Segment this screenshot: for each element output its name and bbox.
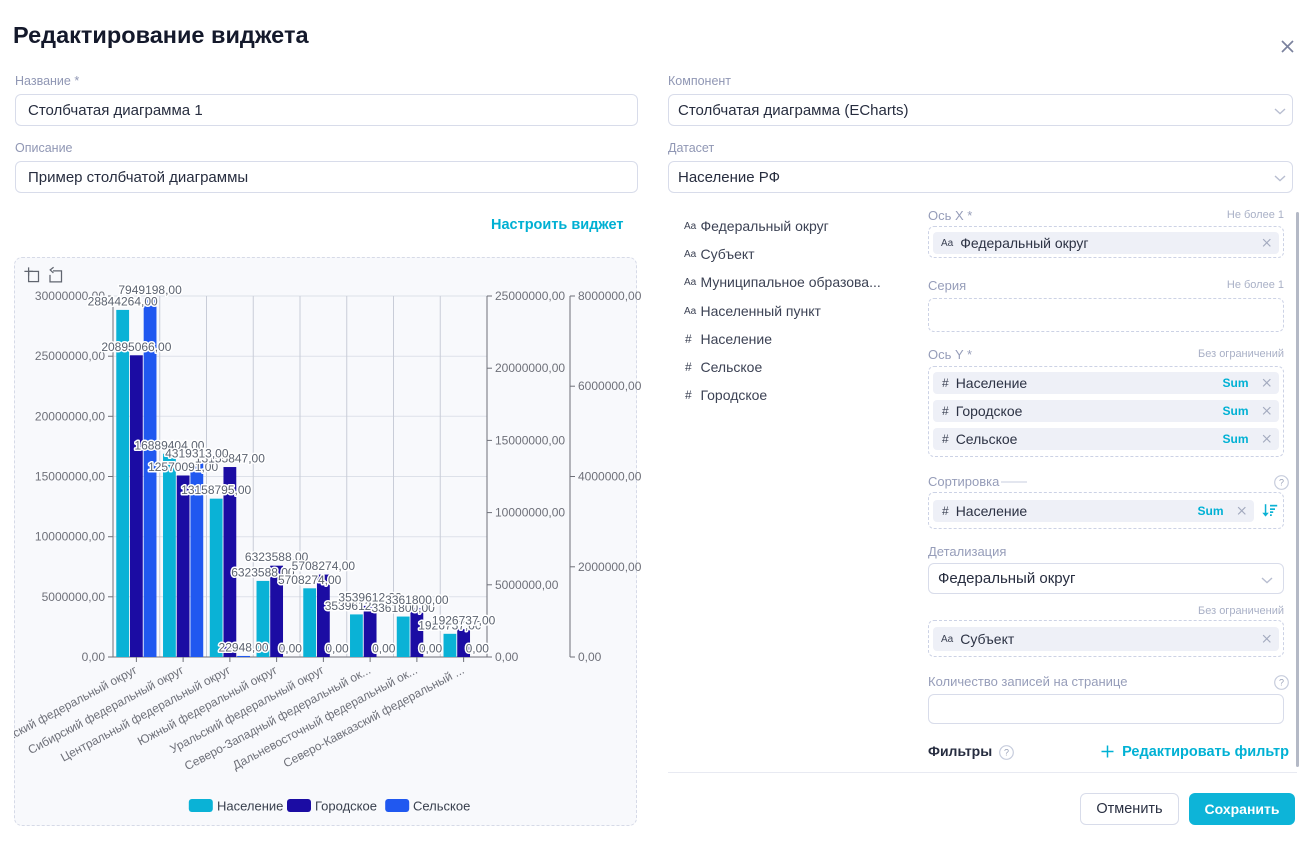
svg-text:0,00: 0,00 xyxy=(495,650,519,664)
svg-text:0,00: 0,00 xyxy=(279,642,303,656)
svg-text:Население: Население xyxy=(217,799,283,814)
svg-text:1926737,00: 1926737,00 xyxy=(432,614,496,628)
svg-text:5708274,00: 5708274,00 xyxy=(292,559,356,573)
svg-text:?: ? xyxy=(1004,748,1009,758)
svg-text:0,00: 0,00 xyxy=(372,642,396,656)
svg-text:10000000,00: 10000000,00 xyxy=(495,506,565,520)
svg-text:Городское: Городское xyxy=(315,799,377,814)
svg-text:15000000,00: 15000000,00 xyxy=(35,470,105,484)
svg-text:8000000,00: 8000000,00 xyxy=(578,289,642,303)
svg-text:20895066,00: 20895066,00 xyxy=(101,340,171,354)
svg-text:0,00: 0,00 xyxy=(419,642,443,656)
svg-text:15000000,00: 15000000,00 xyxy=(495,433,565,447)
svg-text:0,00: 0,00 xyxy=(578,650,602,664)
svg-text:0,00: 0,00 xyxy=(82,650,106,664)
svg-text:5000000,00: 5000000,00 xyxy=(42,590,106,604)
svg-text:4000000,00: 4000000,00 xyxy=(578,470,642,484)
svg-text:20000000,00: 20000000,00 xyxy=(495,361,565,375)
svg-text:22948,00: 22948,00 xyxy=(219,640,269,654)
svg-text:25000000,00: 25000000,00 xyxy=(495,289,565,303)
svg-text:5000000,00: 5000000,00 xyxy=(495,578,559,592)
svg-text:?: ? xyxy=(1279,678,1284,688)
svg-text:0,00: 0,00 xyxy=(325,642,349,656)
svg-text:0,00: 0,00 xyxy=(466,642,490,656)
svg-text:3361800,00: 3361800,00 xyxy=(385,593,449,607)
svg-text:4319313,00: 4319313,00 xyxy=(165,447,229,461)
svg-text:13158795,00: 13158795,00 xyxy=(181,483,251,497)
svg-text:25000000,00: 25000000,00 xyxy=(35,349,105,363)
svg-text:20000000,00: 20000000,00 xyxy=(35,409,105,423)
svg-text:7949198,00: 7949198,00 xyxy=(118,283,182,297)
svg-text:5708274,00: 5708274,00 xyxy=(278,573,342,587)
svg-text:10000000,00: 10000000,00 xyxy=(35,530,105,544)
svg-text:?: ? xyxy=(1279,478,1284,488)
svg-text:2000000,00: 2000000,00 xyxy=(578,560,642,574)
svg-text:Сельское: Сельское xyxy=(413,799,470,814)
svg-text:6000000,00: 6000000,00 xyxy=(578,379,642,393)
